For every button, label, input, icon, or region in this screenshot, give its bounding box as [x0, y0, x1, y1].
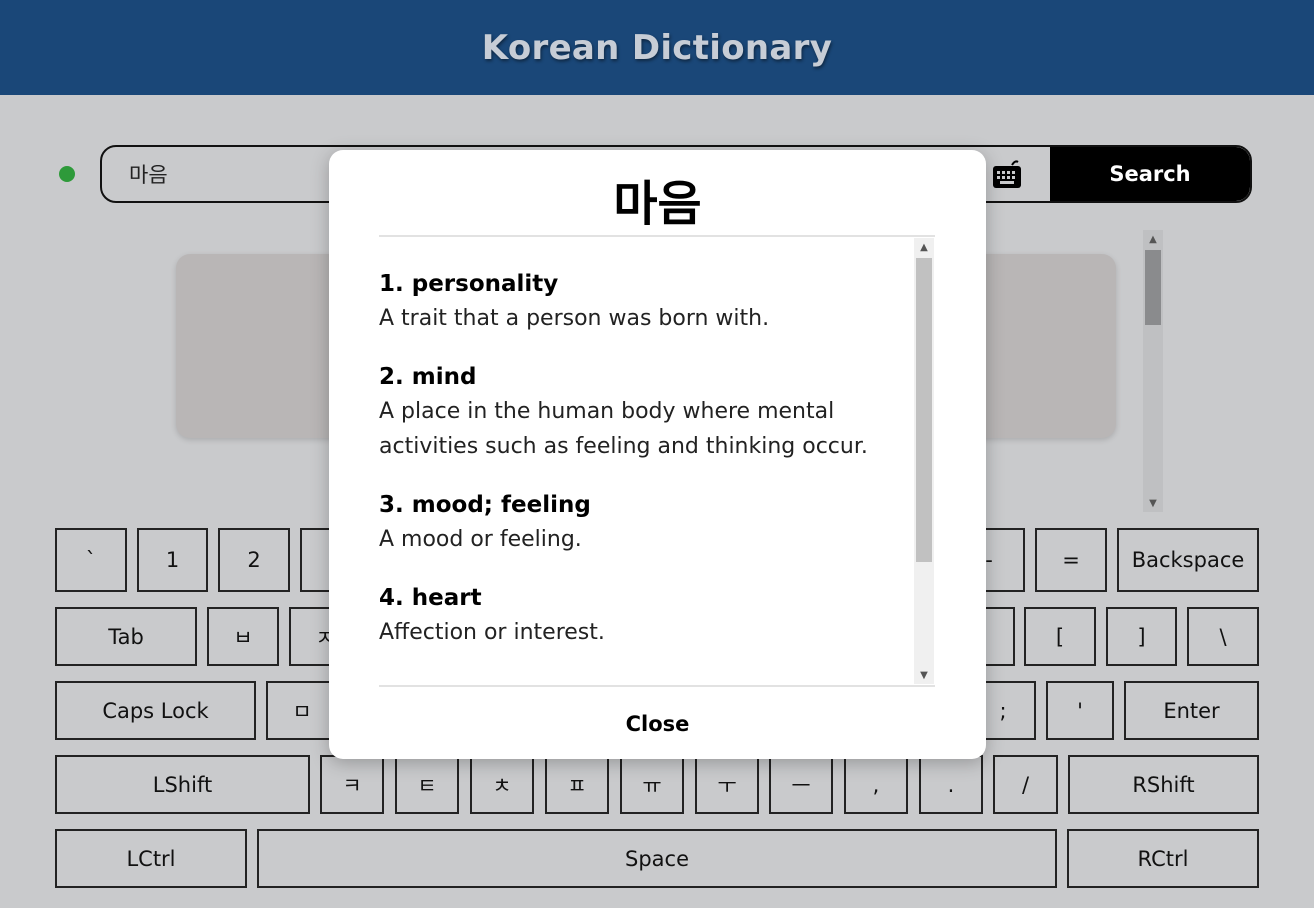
definition-text: Affection or interest.: [379, 620, 605, 645]
scroll-down-icon[interactable]: ▼: [914, 666, 934, 684]
definition-text: A trait that a person was born with.: [379, 306, 770, 331]
definition-item: 3. mood; feeling A mood or feeling.: [379, 488, 899, 557]
scroll-thumb[interactable]: [916, 258, 932, 562]
definition-item: 2. mind A place in the human body where m…: [379, 360, 899, 464]
definition-title: 3. mood; feeling: [379, 492, 591, 518]
definition-text: A place in the human body where mental a…: [379, 399, 868, 459]
scroll-up-icon[interactable]: ▲: [914, 238, 934, 256]
definition-modal: 마음 1. personality A trait that a person w…: [329, 150, 986, 759]
definition-item: 1. personality A trait that a person was …: [379, 267, 899, 336]
definition-title: 4. heart: [379, 585, 482, 611]
modal-scrollbar[interactable]: ▲ ▼: [914, 238, 934, 684]
definition-text: A mood or feeling.: [379, 527, 582, 552]
definition-list: 1. personality A trait that a person was …: [379, 235, 935, 687]
definition-item: 4. heart Affection or interest.: [379, 581, 899, 650]
definition-title: 2. mind: [379, 364, 477, 390]
close-button[interactable]: Close: [329, 689, 986, 759]
definition-title: 1. personality: [379, 271, 559, 297]
modal-title: 마음: [613, 176, 702, 232]
